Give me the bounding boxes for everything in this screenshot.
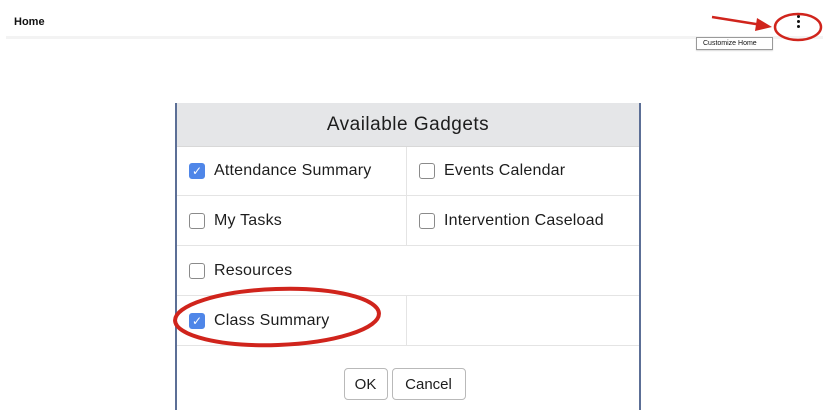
intervention-caseload-checkbox[interactable] <box>419 212 435 229</box>
gadget-intervention-caseload[interactable]: Intervention Caseload <box>407 196 639 245</box>
gadget-resources[interactable]: Resources <box>177 246 639 295</box>
events-calendar-label: Events Calendar <box>444 162 566 179</box>
my-tasks-checkbox[interactable] <box>189 212 205 229</box>
available-gadgets-dialog: Available Gadgets Attendance Summary Eve… <box>175 103 641 410</box>
page-title: Home <box>14 16 45 28</box>
gadget-class-summary[interactable]: Class Summary <box>177 296 407 345</box>
customize-home-tooltip: Customize Home <box>696 37 773 50</box>
gadget-row: My Tasks Intervention Caseload <box>177 196 639 246</box>
top-bar: Home <box>6 10 823 39</box>
cancel-button[interactable]: Cancel <box>391 368 466 400</box>
ok-button[interactable]: OK <box>343 368 388 400</box>
gadget-row: Attendance Summary Events Calendar <box>177 146 639 196</box>
gadget-events-calendar[interactable]: Events Calendar <box>407 147 639 195</box>
gadget-list: Attendance Summary Events Calendar My Ta… <box>177 146 639 346</box>
empty-cell <box>407 296 639 345</box>
gadget-row: Resources <box>177 246 639 296</box>
events-calendar-checkbox[interactable] <box>419 163 435 179</box>
resources-label: Resources <box>214 261 293 279</box>
gadget-my-tasks[interactable]: My Tasks <box>177 196 407 245</box>
class-summary-checkbox[interactable] <box>189 312 205 329</box>
class-summary-label: Class Summary <box>214 311 330 329</box>
gadget-attendance-summary[interactable]: Attendance Summary <box>177 147 407 195</box>
dialog-footer: OK Cancel <box>177 358 639 410</box>
resources-checkbox[interactable] <box>189 262 205 279</box>
my-tasks-label: My Tasks <box>214 211 282 229</box>
gadget-row: Class Summary <box>177 296 639 346</box>
intervention-caseload-label: Intervention Caseload <box>444 211 604 229</box>
attendance-summary-checkbox[interactable] <box>189 163 205 179</box>
more-vertical-icon[interactable] <box>790 13 806 29</box>
attendance-summary-label: Attendance Summary <box>214 162 372 179</box>
dialog-title: Available Gadgets <box>177 103 639 146</box>
